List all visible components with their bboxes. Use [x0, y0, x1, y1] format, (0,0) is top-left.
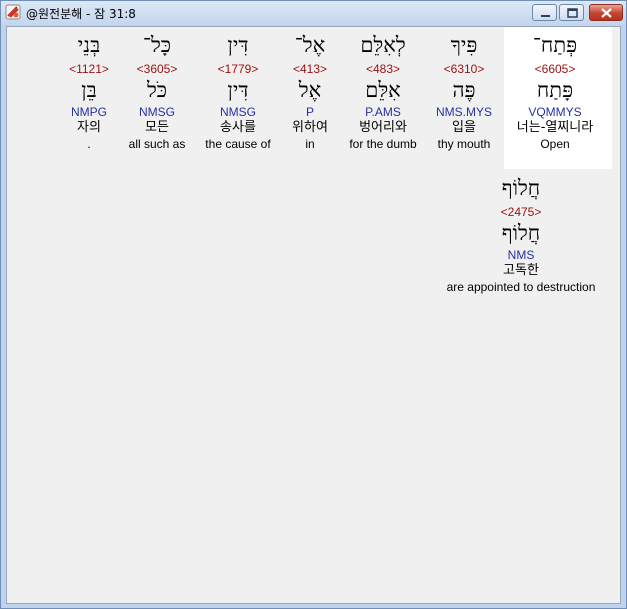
korean-gloss: 위하여 — [292, 120, 328, 135]
parsing-code: P — [305, 105, 315, 119]
parsing-code: NMS.MYS — [435, 105, 493, 119]
title-bar[interactable]: @원전분해 - 잠 31:8 — [1, 1, 626, 25]
parsing-code: NMSG — [219, 105, 256, 119]
close-button[interactable] — [589, 4, 623, 21]
english-gloss: . — [87, 137, 91, 151]
korean-gloss: 고독한 — [503, 263, 539, 278]
parsing-code: NMPG — [70, 105, 107, 119]
hebrew-word: דִּין — [227, 33, 249, 57]
strong-number-link[interactable]: <2475> — [501, 205, 542, 219]
english-gloss: Open — [540, 137, 570, 151]
hebrew-lemma: חֲלוֹף — [501, 221, 541, 245]
hebrew-lemma: אִלֵּם — [365, 78, 401, 102]
word-analysis-pane[interactable]: פְּתַח־ <6605> פָּתַח VQMMYS 너는-열찌니라 Ope… — [6, 26, 621, 604]
hebrew-word: בְּנֵי — [77, 33, 101, 57]
parsing-code: NMSG — [138, 105, 175, 119]
app-icon[interactable] — [5, 4, 21, 20]
app-window: @원전분해 - 잠 31:8 פְּתַח־ <6605> פָּתַח VQM… — [0, 0, 627, 609]
hebrew-word: לְאִלֵּם — [360, 33, 406, 57]
word-block[interactable]: אֶל־ <413> אֶל P 위하여 in — [292, 32, 328, 152]
hebrew-word: חֲלוֹף — [501, 176, 541, 200]
maximize-button[interactable] — [559, 4, 584, 21]
parsing-code: VQMMYS — [528, 105, 582, 119]
hebrew-lemma: דִּין — [227, 78, 249, 102]
parsing-code: P.AMS — [365, 105, 401, 119]
korean-gloss: 벙어리와 — [359, 120, 407, 135]
word-block[interactable]: פְּתַח־ <6605> פָּתַח VQMMYS 너는-열찌니라 Ope… — [517, 32, 593, 152]
english-gloss: the cause of — [205, 137, 271, 151]
minimize-button[interactable] — [532, 4, 557, 21]
korean-gloss: 너는-열찌니라 — [516, 120, 594, 135]
hebrew-lemma: פֶּה — [452, 78, 476, 102]
hebrew-word: כָּל־ — [142, 33, 172, 57]
korean-gloss: 자의 — [77, 120, 101, 135]
hebrew-lemma: כֹּל — [146, 78, 168, 102]
window-title: @원전분해 - 잠 31:8 — [26, 7, 136, 21]
english-gloss: for the dumb — [349, 137, 417, 151]
korean-gloss: 송사를 — [220, 120, 256, 135]
word-block[interactable]: חֲלוֹף <2475> חֲלוֹף NMS 고독한 are appoint… — [447, 175, 596, 295]
parsing-code: NMS — [507, 248, 535, 262]
hebrew-word: אֶל־ — [294, 33, 326, 57]
hebrew-lemma: בֵּן — [81, 78, 97, 102]
hebrew-word: פְּתַח־ — [532, 33, 578, 57]
strong-number-link[interactable]: <6310> — [444, 62, 485, 76]
strong-number-link[interactable]: <1779> — [218, 62, 259, 76]
english-gloss: all such as — [128, 137, 186, 151]
english-gloss: are appointed to destruction — [446, 280, 596, 294]
strong-number-link[interactable]: <6605> — [535, 62, 576, 76]
word-block[interactable]: פִּיךָ <6310> פֶּה NMS.MYS 입을 thy mouth — [436, 32, 492, 152]
strong-number-link[interactable]: <3605> — [137, 62, 178, 76]
word-block[interactable]: לְאִלֵּם <483> אִלֵּם P.AMS 벙어리와 for the… — [349, 32, 416, 152]
word-block[interactable]: דִּין <1779> דִּין NMSG 송사를 the cause of — [205, 32, 270, 152]
korean-gloss: 입을 — [452, 120, 476, 135]
hebrew-lemma: אֶל — [298, 78, 322, 102]
english-gloss: in — [305, 137, 315, 151]
hebrew-word: פִּיךָ — [450, 33, 478, 57]
korean-gloss: 모든 — [145, 120, 169, 135]
strong-number-link[interactable]: <1121> — [69, 62, 109, 76]
word-block[interactable]: בְּנֵי <1121> בֵּן NMPG 자의 . — [69, 32, 109, 152]
word-block[interactable]: כָּל־ <3605> כֹּל NMSG 모든 all such as — [129, 32, 186, 152]
strong-number-link[interactable]: <483> — [366, 62, 400, 76]
strong-number-link[interactable]: <413> — [293, 62, 327, 76]
english-gloss: thy mouth — [437, 137, 491, 151]
hebrew-lemma: פָּתַח — [536, 78, 574, 102]
